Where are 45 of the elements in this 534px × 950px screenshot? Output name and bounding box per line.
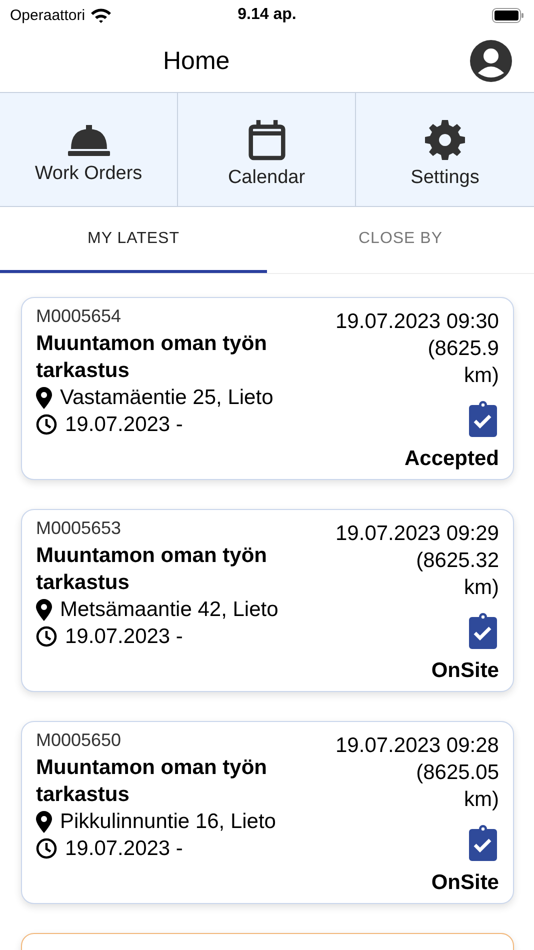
order-title: Muuntamon oman työn tarkastus xyxy=(36,755,268,808)
clock-icon xyxy=(36,626,57,647)
work-order-card[interactable]: M0005653 Muuntamon oman työn tarkastus Metsämaantie 42, Lieto 19.07.2023 - 19.07.2023 09:29 (8625.32 km) OnSite xyxy=(21,509,514,692)
order-status: OnSite xyxy=(431,871,499,895)
order-distance: (8625.32 km) xyxy=(415,548,499,601)
order-number: M0005653 xyxy=(36,518,122,539)
work-order-card[interactable]: M0005654 Muuntamon oman työn tarkastus Vastamäentie 25, Lieto 19.07.2023 - 19.07.2023 09:30 (8625.9 km) Accepted xyxy=(21,297,514,480)
location-pin-icon xyxy=(36,598,52,620)
carrier-name: Operaattori xyxy=(10,6,86,24)
order-address: Metsämaantie 42, Lieto xyxy=(60,597,278,623)
nav-button[interactable]: Settings xyxy=(356,93,534,206)
wifi-icon xyxy=(91,8,112,22)
order-timestamp: 19.07.2023 09:28 xyxy=(336,733,499,759)
order-date: 19.07.2023 - xyxy=(65,412,183,438)
order-address: Vastamäentie 25, Lieto xyxy=(60,385,274,411)
order-date: 19.07.2023 - xyxy=(65,624,183,650)
battery-icon xyxy=(492,8,524,22)
clipboard-check-icon xyxy=(469,613,497,649)
hard-hat-icon xyxy=(66,122,110,156)
order-number: M0005650 xyxy=(36,730,122,751)
nav-button[interactable]: Work Orders xyxy=(0,93,178,206)
work-order-card[interactable]: M0005650 Muuntamon oman työn tarkastus Pikkulinnuntie 16, Lieto 19.07.2023 - 19.07.2023 09:28 (8625.05 km) OnSite xyxy=(21,721,514,904)
order-number: M0005654 xyxy=(36,306,122,327)
account-icon[interactable] xyxy=(470,40,512,82)
clipboard-check-icon xyxy=(469,825,497,861)
order-status: OnSite xyxy=(431,659,499,683)
order-status: Accepted xyxy=(404,447,499,471)
order-title: Muuntamon oman työn tarkastus xyxy=(36,331,268,384)
calendar-icon xyxy=(248,118,286,160)
clock-icon xyxy=(36,414,57,435)
location-pin-icon xyxy=(36,810,52,832)
order-title: Muuntamon oman työn tarkastus xyxy=(36,543,268,596)
order-address: Pikkulinnuntie 16, Lieto xyxy=(60,809,276,835)
settings-icon xyxy=(425,118,465,160)
page-title: Home xyxy=(163,46,230,76)
order-timestamp: 19.07.2023 09:29 xyxy=(336,521,499,547)
clock-time: 9.14 ap. xyxy=(238,6,296,23)
order-distance: (8625.9 km) xyxy=(426,336,499,389)
order-distance: (8625.05 km) xyxy=(415,760,499,813)
clock-icon xyxy=(36,838,57,859)
nav-button[interactable]: Calendar xyxy=(178,93,356,206)
order-timestamp: 19.07.2023 09:30 xyxy=(336,309,499,335)
location-pin-icon xyxy=(36,386,52,408)
order-date: 19.07.2023 - xyxy=(65,836,183,862)
clipboard-check-icon xyxy=(469,401,497,437)
